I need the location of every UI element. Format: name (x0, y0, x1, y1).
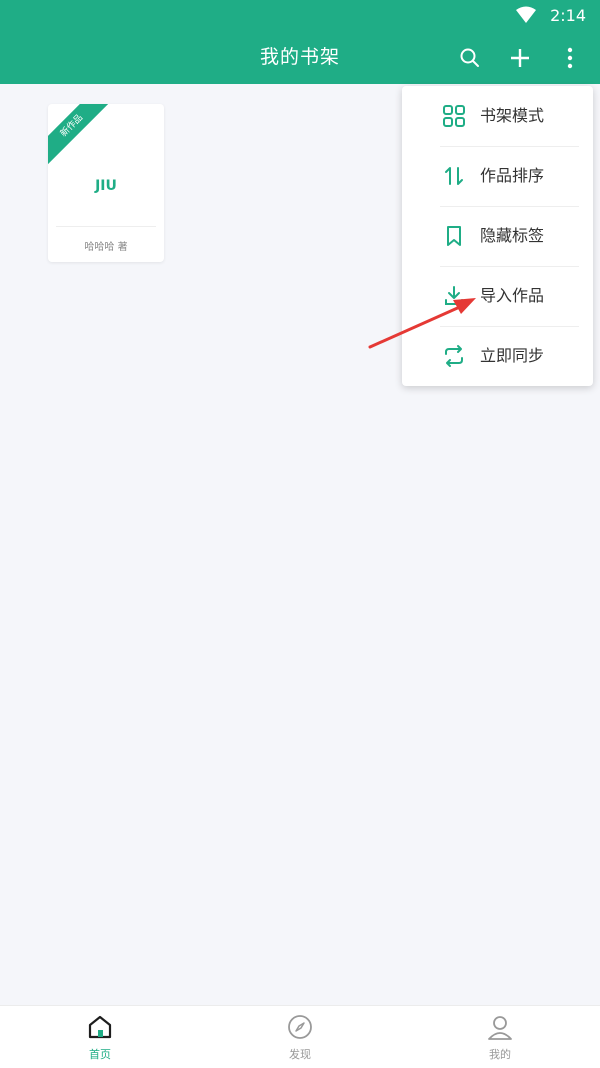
book-card[interactable]: 新作品 JIU 哈哈哈 著 (48, 104, 164, 262)
home-icon (88, 1015, 112, 1039)
menu-item-label: 书架模式 (480, 106, 545, 125)
status-time: 2:14 (550, 6, 586, 25)
menu-item-label: 作品排序 (480, 166, 545, 185)
new-work-ribbon: 新作品 (48, 104, 115, 169)
nav-item-home[interactable]: 首页 (0, 1006, 200, 1068)
grid-icon (443, 105, 465, 127)
menu-item-sort[interactable]: 作品排序 (402, 146, 593, 206)
bottom-nav: 首页 发现 我的 (0, 1005, 600, 1068)
person-icon (488, 1016, 512, 1040)
app-bar: 我的书架 (0, 32, 600, 84)
menu-item-shelf-mode[interactable]: 书架模式 (402, 86, 593, 146)
overflow-menu: 书架模式 作品排序 隐藏标签 导入作品 立即同步 (402, 86, 593, 386)
nav-label: 发现 (289, 1048, 311, 1061)
menu-item-hide-tags[interactable]: 隐藏标签 (402, 206, 593, 266)
book-title: JIU (95, 178, 117, 194)
book-author: 哈哈哈 著 (84, 242, 128, 253)
menu-item-label: 隐藏标签 (480, 226, 545, 245)
search-icon[interactable] (456, 44, 484, 72)
sort-icon (445, 167, 463, 185)
sync-icon (445, 345, 463, 367)
nav-item-me[interactable]: 我的 (400, 1006, 600, 1068)
compass-icon (288, 1015, 312, 1039)
nav-label: 首页 (89, 1048, 111, 1061)
menu-item-sync[interactable]: 立即同步 (402, 326, 593, 386)
menu-item-label: 立即同步 (480, 346, 545, 365)
bookmark-icon (447, 226, 461, 246)
nav-item-discover[interactable]: 发现 (200, 1006, 400, 1068)
download-icon (445, 286, 463, 305)
add-icon[interactable] (506, 44, 534, 72)
menu-item-label: 导入作品 (480, 286, 545, 305)
wifi-icon (516, 6, 536, 23)
menu-item-import[interactable]: 导入作品 (402, 266, 593, 326)
more-vertical-icon[interactable] (556, 44, 584, 72)
nav-label: 我的 (489, 1048, 511, 1061)
divider (56, 226, 156, 227)
status-bar: 2:14 (0, 0, 600, 32)
